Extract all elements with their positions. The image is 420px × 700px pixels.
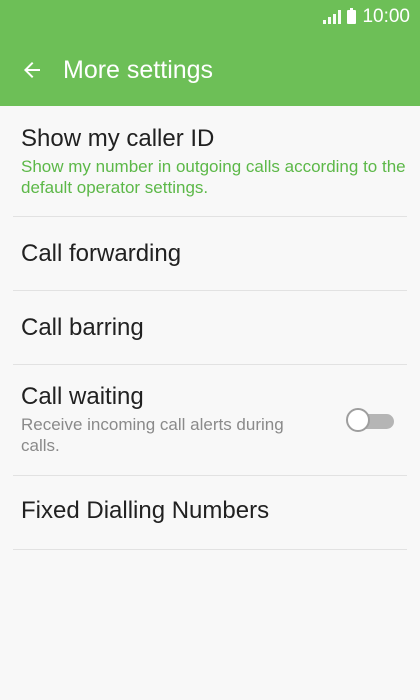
status-time: 10:00: [362, 6, 410, 27]
setting-show-caller-id[interactable]: Show my caller ID Show my number in outg…: [13, 106, 407, 217]
call-waiting-toggle[interactable]: [346, 407, 396, 435]
back-arrow-icon[interactable]: [18, 56, 46, 84]
setting-title: Call barring: [21, 314, 144, 341]
setting-call-forwarding[interactable]: Call forwarding: [13, 217, 407, 291]
setting-title: Show my caller ID: [21, 125, 215, 152]
setting-fixed-dialling-numbers[interactable]: Fixed Dialling Numbers: [13, 476, 407, 550]
battery-icon: [347, 8, 357, 24]
status-indicators: 10:00: [323, 6, 410, 28]
settings-list: Show my caller ID Show my number in outg…: [0, 106, 420, 550]
setting-title: Call waiting: [21, 383, 144, 410]
setting-subtitle: Receive incoming call alerts during call…: [21, 415, 284, 455]
toolbar: More settings: [0, 34, 420, 106]
app-bar: 10:00 More settings: [0, 0, 420, 106]
toggle-thumb: [346, 408, 370, 432]
setting-title: Call forwarding: [21, 240, 182, 267]
setting-call-waiting[interactable]: Call waiting Receive incoming call alert…: [13, 365, 407, 476]
setting-subtitle: Show my number in outgoing calls accordi…: [21, 157, 406, 197]
setting-title: Fixed Dialling Numbers: [21, 497, 270, 524]
setting-call-barring[interactable]: Call barring: [13, 291, 407, 365]
signal-icon: [323, 10, 342, 24]
status-bar: 10:00: [0, 0, 420, 34]
page-title: More settings: [63, 55, 214, 84]
